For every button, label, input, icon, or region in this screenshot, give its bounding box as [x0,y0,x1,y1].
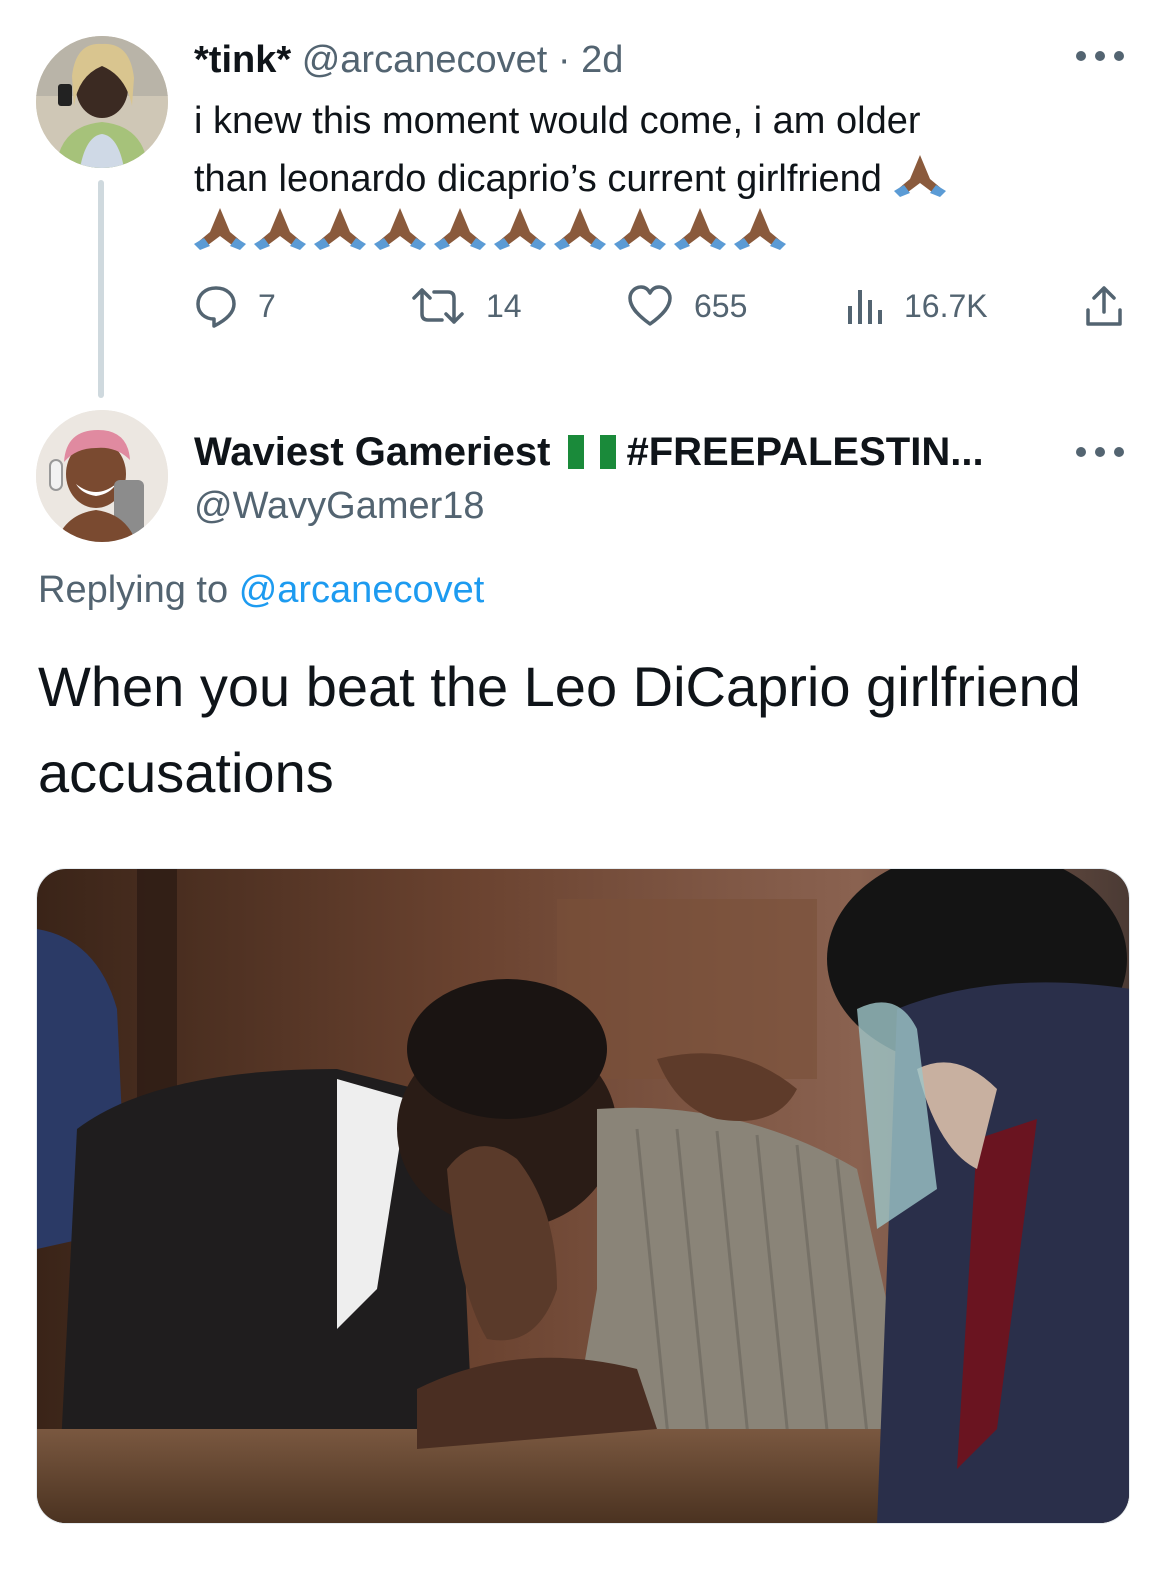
separator: · [557,39,571,81]
folded-hands-emoji-icon [194,208,246,250]
folded-hands-emoji-icon [494,208,546,250]
tweet-text-line-2: than leonardo dicaprio’s current girlfri… [194,150,1114,208]
more-options-icon[interactable] [1076,50,1124,62]
like-count: 655 [694,287,748,324]
heart-icon [628,285,672,326]
views-count: 16.7K [904,287,988,324]
thread-connector-line [98,180,104,398]
handle[interactable]: @arcanecovet [302,39,548,81]
reply-text: When you beat the Leo DiCaprio girlfrien… [38,655,1081,804]
avatar-wavygamer[interactable] [36,410,168,542]
retweet-button[interactable]: 14 [410,282,522,330]
timestamp[interactable]: 2d [581,39,623,81]
reply-author-name-row: Waviest Gameriest #FREEPALESTIN... [194,426,984,478]
nigeria-flag-emoji-icon [568,435,617,469]
replying-to: Replying to @arcanecovet [38,566,484,614]
folded-hands-emoji-icon [374,208,426,250]
tweet-text: i knew this moment would come, i am olde… [194,92,1114,208]
more-options-icon[interactable] [1076,446,1124,458]
like-button[interactable]: 655 [626,282,747,330]
photo-image [37,869,1129,1523]
replying-label: Replying to [38,569,229,611]
folded-hands-emoji-icon [434,208,486,250]
avatar-image [36,410,168,542]
reply-count: 7 [258,287,276,324]
folded-hands-emoji-icon [614,208,666,250]
views-button[interactable]: 16.7K [844,282,988,330]
reply-display-name[interactable]: Waviest Gameriest [194,426,550,478]
replying-handle-link[interactable]: @arcanecovet [239,569,485,611]
reply-handle[interactable]: @WavyGamer18 [194,482,485,530]
retweet-arrows-icon [412,288,464,324]
share-upload-icon [1086,286,1122,326]
tweet-actions: 7 14 655 16.7K [194,282,1134,330]
folded-hands-emoji-icon [254,208,306,250]
folded-hands-emoji-icon [314,208,366,250]
reply-display-name-suffix[interactable]: #FREEPALESTIN... [626,426,983,478]
tweet-text-line-1: i knew this moment would come, i am olde… [194,100,921,142]
speech-bubble-icon [196,286,236,328]
bar-chart-icon [848,290,882,324]
emoji-row [192,206,792,262]
retweet-count: 14 [486,287,522,324]
folded-hands-emoji-icon [894,155,947,197]
attached-photo[interactable] [36,868,1130,1524]
avatar-image [36,36,168,168]
display-name[interactable]: *tink* [194,39,291,81]
avatar-tink[interactable] [36,36,168,168]
folded-hands-emoji-icon [554,208,606,250]
share-button[interactable] [1082,282,1146,330]
tweet-header: *tink* @arcanecovet · 2d [194,36,623,84]
reply-button[interactable]: 7 [194,282,276,330]
folded-hands-emoji-icon [734,208,786,250]
folded-hands-emoji-icon [674,208,726,250]
